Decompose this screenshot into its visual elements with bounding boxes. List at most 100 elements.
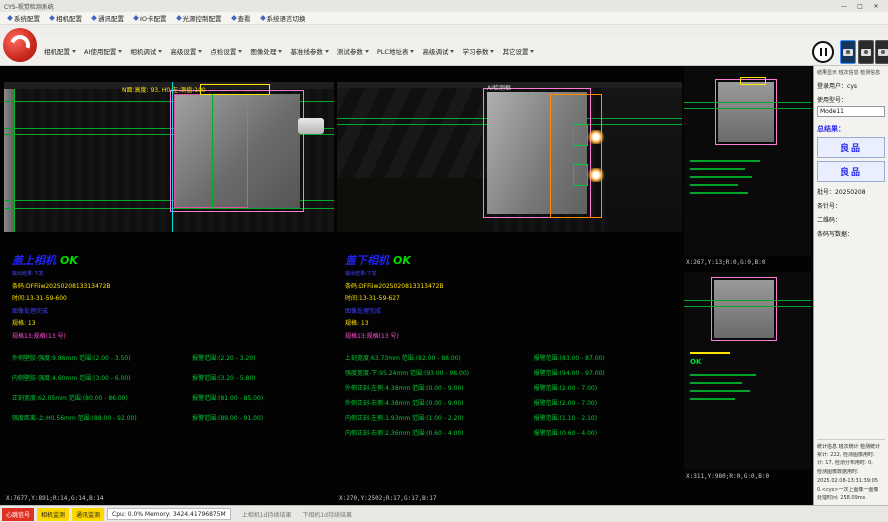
menu-item-icon <box>260 15 266 21</box>
batch-row: 批号：20250208 <box>817 187 885 196</box>
chevron-down-icon <box>325 50 329 53</box>
chevron-down-icon <box>410 50 414 53</box>
measurement-value: 外侧正刻-左侧:4.38mm 范围:(0.00 - 9.00) <box>345 383 534 392</box>
main-area: N面:高度: 93, H0:左:测值:100 盖上相机OK 输出结果:下发 条码… <box>0 66 888 505</box>
toolbar-menu-label: 学习参数 <box>462 46 488 56</box>
camera1-pixel-readout: X:7677,Y:891;R:14,G:14,B:14 <box>6 495 104 502</box>
camera2-process-status: 图像处理完成 <box>345 306 676 315</box>
camera-monitor-indicator: 相机监测 <box>37 508 69 521</box>
result-text-line <box>690 184 738 186</box>
alarm-range: 报警范围:(2.00 - 7.00) <box>534 398 676 407</box>
chevron-down-icon <box>72 50 76 53</box>
menu-item-icon <box>7 15 13 21</box>
toolbar-menu-item[interactable]: 点检设置 <box>210 46 242 56</box>
toolbar-menu-item[interactable]: 相机调试 <box>130 46 162 56</box>
result-boxes: 良品 良品 <box>817 134 885 182</box>
camera1-measurements: 外侧壁胶-强度:9.86mm 范围:(2.00 - 3.50) 报警范围:(2.… <box>12 353 328 422</box>
login-user-row: 登录用户：cys <box>817 81 885 90</box>
pause-icon <box>825 48 827 56</box>
menu-item[interactable]: IO卡配置 <box>134 13 167 23</box>
chevron-down-icon <box>118 50 122 53</box>
toolbar-menu-item[interactable]: 高级调试 <box>422 46 454 56</box>
barcode-write-label: 条码写数据： <box>817 229 885 238</box>
overlay-roi-box <box>715 79 777 145</box>
camera1-ok-badge: OK <box>60 254 78 267</box>
window-controls: — □ ✕ <box>836 1 884 11</box>
toolbar-menu-item[interactable]: 学习参数 <box>462 46 494 56</box>
menu-item-label: 查看 <box>238 13 251 23</box>
measurement-value: 外侧正刻-右侧:4.38mm 范围:(0.00 - 9.00) <box>345 398 534 407</box>
camera1-name: 盖上相机 <box>12 254 56 267</box>
overlay-roi-box <box>711 277 777 341</box>
menu-item[interactable]: 通讯配置 <box>92 13 124 23</box>
alarm-range: 报警范围:(1.10 - 2.10) <box>534 413 676 422</box>
measurement-value: 强度宽度-下:95.24mm 范围:(93.00 - 98.00) <box>345 368 534 377</box>
thumbnail2-ok-text: OK <box>690 358 701 366</box>
menu-item-label: 通讯配置 <box>98 13 124 23</box>
camera2-title: 盖下相机OK <box>345 252 676 268</box>
stat-line: 2025.02.08-13:31:39:05 <box>817 478 885 485</box>
info-panel: 结果显示 班次信息 检测信息 登录用户：cys 使用型号： Mode11 总结果… <box>813 66 888 505</box>
thumbnail1-image[interactable] <box>684 66 811 256</box>
camera1-view: N面:高度: 93, H0:左:测值:100 盖上相机OK 输出结果:下发 条码… <box>4 70 334 505</box>
camera-icon <box>861 49 871 56</box>
camera2-image[interactable]: AI检测框 <box>337 82 682 232</box>
toolbar-menu-label: 高级设置 <box>170 46 196 56</box>
menu-item[interactable]: 系统语言切换 <box>261 13 306 23</box>
measurement-row: 内侧正刻-右侧:2.36mm 范围:(0.60 - 4.00) 报警范围:(0.… <box>345 428 676 437</box>
alarm-range: 报警范围:(2.20 - 3.20) <box>192 353 328 362</box>
menu-item-label: 系统配置 <box>14 13 40 23</box>
thumbnail2-pixel-readout: X:311,Y:980;R:0,G:0,B:0 <box>684 470 811 480</box>
menu-item[interactable]: 查看 <box>232 13 251 23</box>
toolbar-menu-label: 图像处理 <box>250 46 276 56</box>
toolbar-menu-label: 点检设置 <box>210 46 236 56</box>
tool-bar: 相机配置 AI使用配置 相机调试 高级设置 点检设置 <box>0 37 888 66</box>
result-text-line <box>690 176 752 178</box>
bottom-camera-result-text: 下相机1d持续结果 <box>302 510 352 519</box>
app-window: CYS-视觉检测系统 — □ ✕ 系统配置 相机配置 通讯配置 <box>0 0 888 522</box>
alarm-range: 报警范围:(81.00 - 85.00) <box>192 393 328 402</box>
measurement-row: 外侧正刻-右侧:4.38mm 范围:(0.00 - 9.00) 报警范围:(2.… <box>345 398 676 407</box>
toolbar-menu-item[interactable]: 高级设置 <box>170 46 202 56</box>
toolbar-menu-item[interactable]: PLC地址表 <box>377 46 415 56</box>
camera-icon <box>843 49 853 56</box>
pause-button[interactable] <box>812 41 834 63</box>
toolbar-menu-item[interactable]: 相机配置 <box>44 46 76 56</box>
minimize-button[interactable]: — <box>836 1 852 11</box>
close-button[interactable]: ✕ <box>868 1 884 11</box>
chevron-down-icon <box>490 50 494 53</box>
menu-item[interactable]: 相机配置 <box>50 13 82 23</box>
toolbar-menu-item[interactable]: AI使用配置 <box>84 46 122 56</box>
menu-item[interactable]: 光源控制配置 <box>177 13 222 23</box>
camera-icon <box>878 49 888 56</box>
camera-top-button[interactable] <box>840 40 856 64</box>
chevron-down-icon <box>198 50 202 53</box>
result-box: 良品 <box>817 161 885 182</box>
toolbar-menu-item[interactable]: 图像处理 <box>250 46 282 56</box>
toolbar-menu-item[interactable]: 基准线参数 <box>290 46 329 56</box>
menu-item-icon <box>49 15 55 21</box>
app-logo <box>3 28 37 62</box>
toolbar-menu-item[interactable]: 其它设置 <box>502 46 534 56</box>
camera-switch-button[interactable] <box>875 40 888 64</box>
menu-item-icon <box>91 15 97 21</box>
menu-item-icon <box>133 15 139 21</box>
model-select[interactable]: Mode11 <box>817 106 885 117</box>
camera1-image[interactable]: N面:高度: 93, H0:左:测值:100 <box>4 82 334 232</box>
toolbar-menu-item[interactable]: 测试参数 <box>337 46 369 56</box>
maximize-button[interactable]: □ <box>852 1 868 11</box>
toolbar-menu-label: 其它设置 <box>502 46 528 56</box>
menu-item[interactable]: 系统配置 <box>8 13 40 23</box>
qr-label: 二维码： <box>817 215 885 224</box>
cpu-memory-readout: Cpu: 0.0% Memory: 3424.41796875M <box>107 508 231 520</box>
measurement-value: 外侧壁胶-强度:9.86mm 范围:(2.00 - 3.50) <box>12 353 192 362</box>
overlay-measure-text: N面:高度: 93, H0:左:测值:100 <box>122 85 206 94</box>
model-label: 使用型号： <box>817 95 885 104</box>
chevron-down-icon <box>238 50 242 53</box>
pause-icon <box>820 48 822 56</box>
measurement-value: 内侧正刻-右侧:2.36mm 范围:(0.60 - 4.00) <box>345 428 534 437</box>
camera2-result-text: 盖下相机OK 输出结果:下发 条码:DFFiiw2025020813313472… <box>337 232 682 437</box>
overlay-hline <box>684 102 811 103</box>
thumbnail2-image[interactable]: OK <box>684 272 811 470</box>
camera-bottom-button[interactable] <box>858 40 874 64</box>
